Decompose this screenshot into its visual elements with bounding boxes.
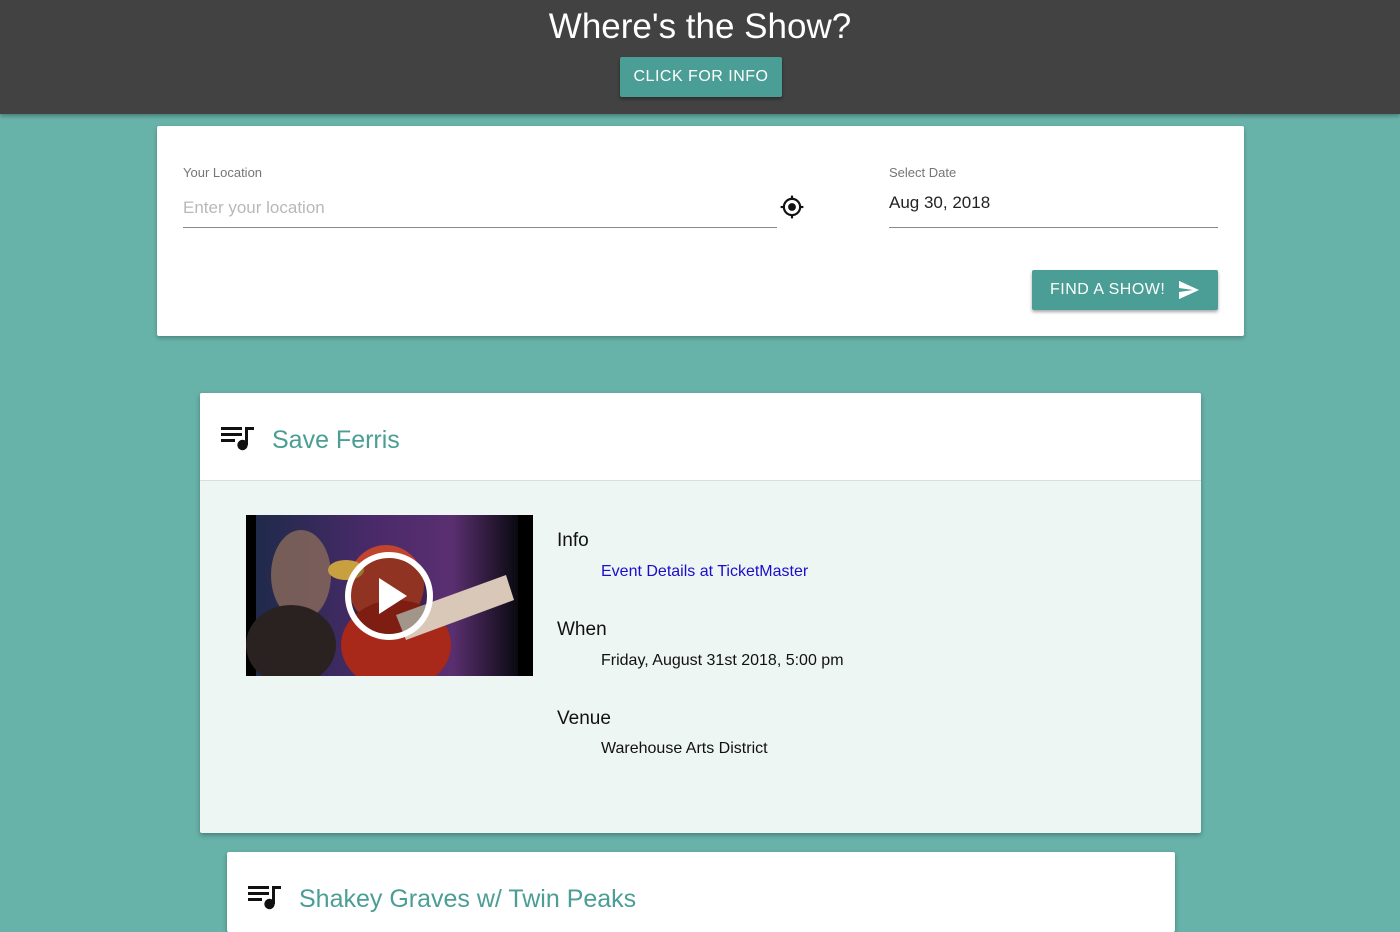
date-picker-field[interactable]: Aug 30, 2018: [889, 188, 1218, 228]
app-title: Where's the Show?: [548, 7, 852, 46]
show-title: Shakey Graves w/ Twin Peaks: [299, 885, 637, 913]
when-heading: When: [557, 619, 607, 640]
queue-music-icon: [221, 427, 254, 451]
my-location-icon[interactable]: [779, 194, 805, 220]
show-datetime: Friday, August 31st 2018, 5:00 pm: [601, 652, 844, 669]
ticketmaster-link-container: Event Details at TicketMaster: [601, 563, 808, 581]
click-for-info-button[interactable]: CLICK FOR INFO: [620, 57, 782, 97]
venue-name: Warehouse Arts District: [601, 740, 768, 757]
show-title: Save Ferris: [272, 426, 400, 454]
video-thumbnail[interactable]: [246, 515, 533, 676]
show-card-header[interactable]: Save Ferris: [200, 393, 1201, 481]
show-card: Save Ferris Info Event Details at Ticket…: [200, 393, 1201, 833]
queue-music-icon: [248, 886, 281, 910]
show-card[interactable]: Shakey Graves w/ Twin Peaks: [227, 852, 1175, 932]
find-a-show-button[interactable]: FIND A SHOW!: [1032, 270, 1218, 310]
info-heading: Info: [557, 530, 589, 551]
date-label: Select Date: [889, 165, 957, 180]
location-input[interactable]: [183, 188, 777, 228]
location-label: Your Location: [183, 165, 263, 180]
find-a-show-label: FIND A SHOW!: [1050, 281, 1166, 298]
venue-heading: Venue: [557, 708, 611, 729]
search-card: Your Location Select Date Aug 30, 2018 F…: [157, 126, 1244, 336]
send-icon: [1179, 280, 1199, 300]
app-header: Where's the Show? CLICK FOR INFO: [0, 0, 1400, 114]
ticketmaster-link[interactable]: Event Details at TicketMaster: [601, 563, 808, 580]
